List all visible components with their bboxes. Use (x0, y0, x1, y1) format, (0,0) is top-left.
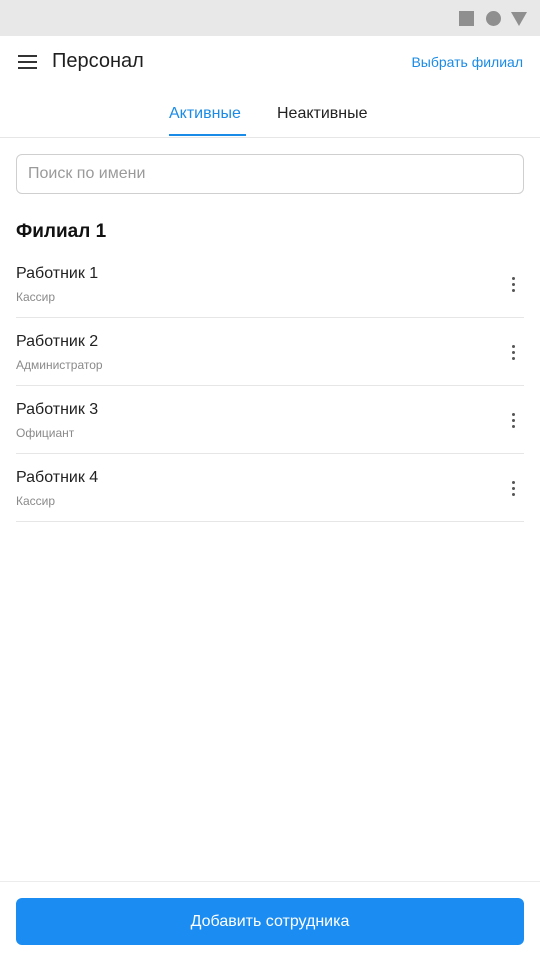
employee-role: Кассир (16, 290, 56, 304)
employee-row[interactable]: Работник 2 Администратор (16, 318, 524, 386)
more-vert-icon[interactable] (510, 345, 518, 361)
employee-role: Кассир (16, 494, 56, 508)
employee-name: Работник 1 (16, 265, 99, 282)
select-branch-link[interactable]: Выбрать филиал (411, 54, 523, 70)
page-title: Персонал (52, 50, 144, 72)
more-vert-icon[interactable] (510, 481, 518, 497)
employee-row[interactable]: Работник 1 Кассир (16, 250, 524, 318)
bottom-bar: Добавить сотрудника (0, 881, 540, 960)
employee-name: Работник 2 (16, 333, 99, 350)
branch-title: Филиал 1 (16, 221, 107, 242)
square-icon (459, 11, 474, 26)
tab-inactive[interactable]: Неактивные (277, 105, 368, 123)
search-input[interactable] (16, 154, 524, 194)
tab-indicator (169, 134, 246, 136)
menu-icon[interactable] (16, 53, 40, 71)
employee-name: Работник 4 (16, 469, 99, 486)
employee-list: Работник 1 Кассир Работник 2 Администрат… (16, 250, 524, 522)
status-bar (0, 0, 540, 36)
more-vert-icon[interactable] (510, 413, 518, 429)
app-bar: Персонал Выбрать филиал (0, 36, 540, 88)
more-vert-icon[interactable] (510, 277, 518, 293)
employee-row[interactable]: Работник 4 Кассир (16, 454, 524, 522)
employee-row[interactable]: Работник 3 Официант (16, 386, 524, 454)
tab-active[interactable]: Активные (169, 105, 241, 123)
employee-role: Администратор (16, 358, 103, 372)
triangle-icon (511, 12, 527, 26)
employee-name: Работник 3 (16, 401, 99, 418)
employee-role: Официант (16, 426, 75, 440)
add-employee-button[interactable]: Добавить сотрудника (16, 898, 524, 945)
tab-bar: Активные Неактивные (0, 88, 540, 138)
circle-icon (486, 11, 501, 26)
